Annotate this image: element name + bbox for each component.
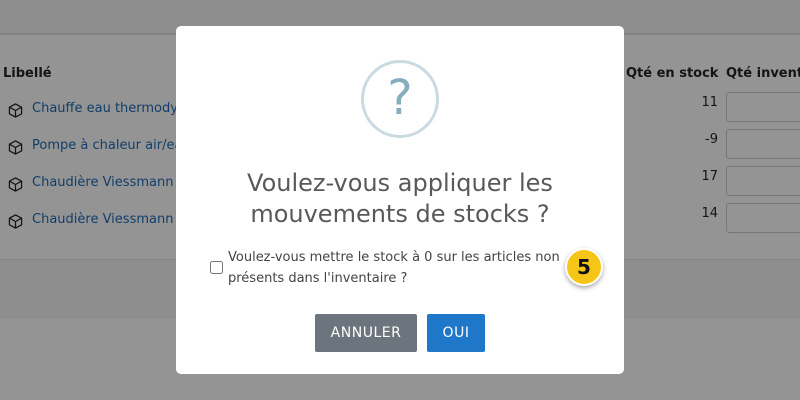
reset-stock-checkbox-label[interactable]: Voulez-vous mettre le stock à 0 sur les …	[228, 247, 568, 289]
question-icon-glyph: ?	[387, 70, 413, 126]
confirm-button[interactable]: OUI	[427, 314, 485, 352]
confirm-dialog: ? Voulez-vous appliquer les mouvements d…	[176, 26, 624, 374]
reset-stock-checkbox[interactable]	[210, 261, 223, 274]
cancel-button[interactable]: ANNULER	[315, 314, 417, 352]
dialog-title: Voulez-vous appliquer les mouvements de …	[247, 169, 553, 228]
question-icon: ?	[361, 60, 439, 138]
step-badge: 5	[565, 248, 603, 286]
